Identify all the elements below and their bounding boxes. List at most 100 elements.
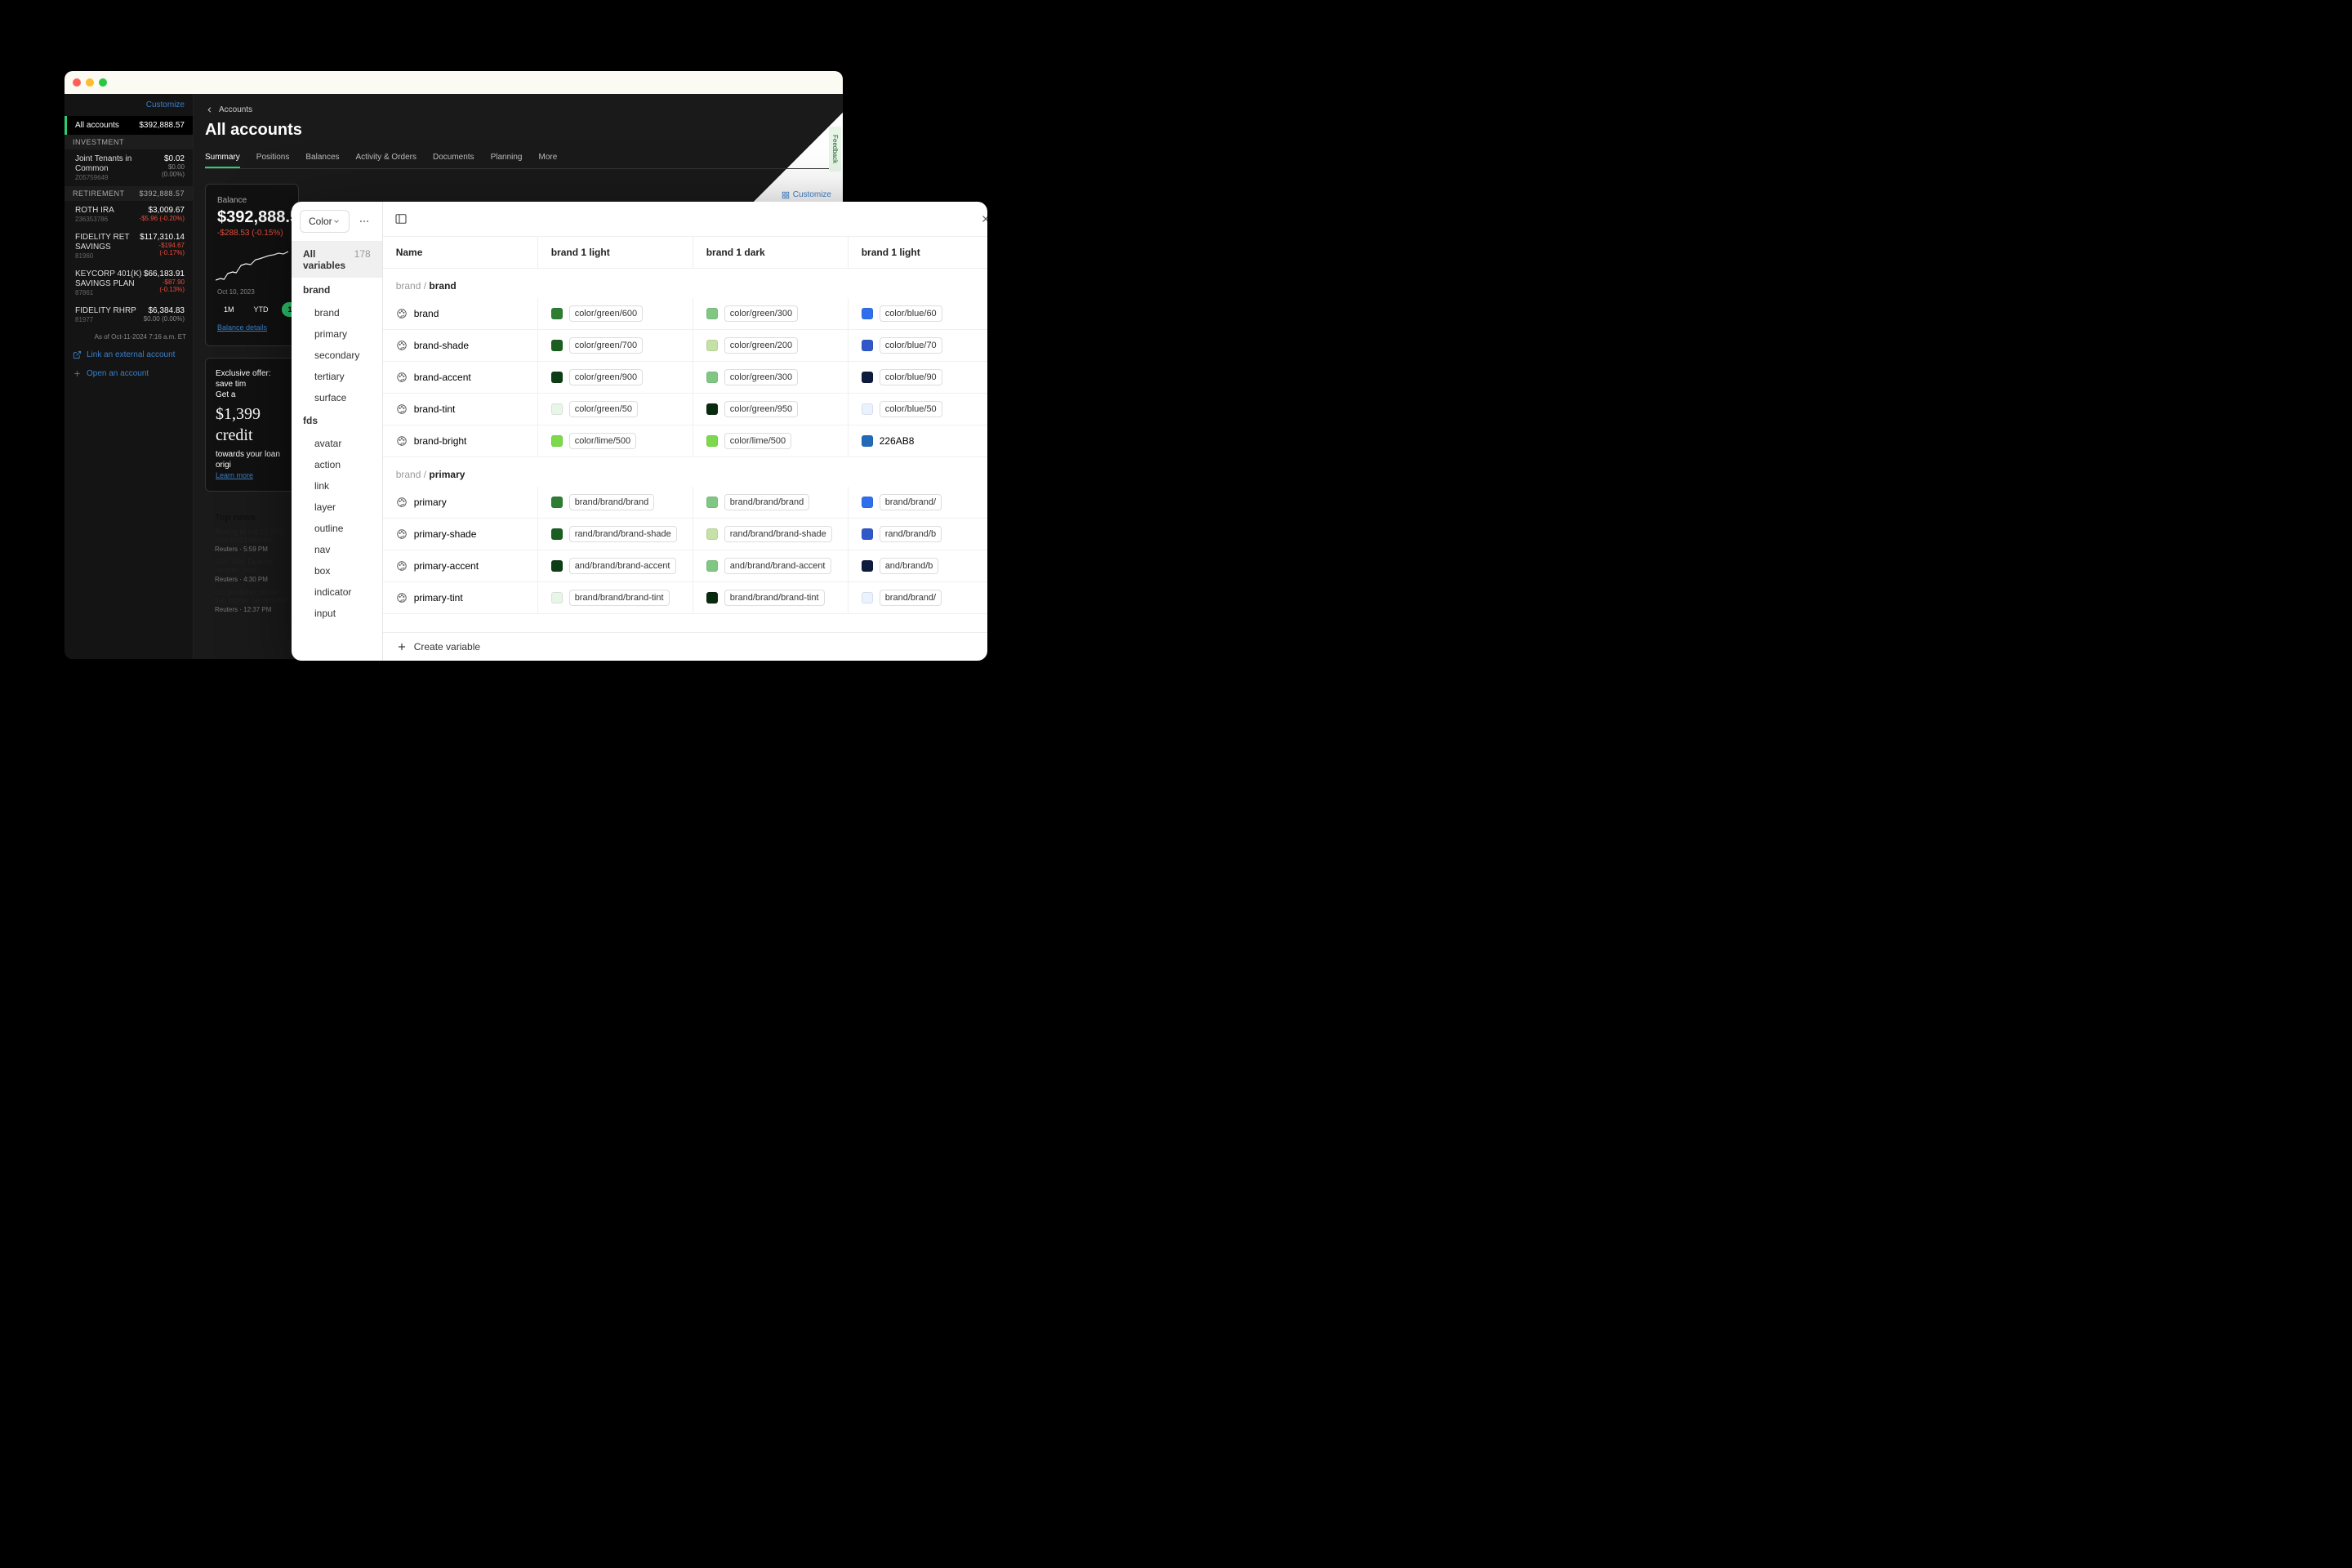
back-arrow-icon (205, 105, 214, 114)
group-item[interactable]: primary (292, 323, 382, 345)
variable-value-cell[interactable]: brand/brand/ (849, 582, 987, 613)
group-brand[interactable]: brand (292, 278, 382, 302)
tab-positions[interactable]: Positions (256, 148, 290, 168)
tab-more[interactable]: More (538, 148, 557, 168)
variable-row: brand color/green/600color/green/300colo… (383, 298, 987, 330)
variable-value-cell[interactable]: color/green/600 (538, 298, 693, 329)
variable-value-cell[interactable]: color/lime/500 (693, 425, 849, 457)
open-account[interactable]: Open an account (65, 364, 193, 383)
group-item[interactable]: indicator (292, 581, 382, 603)
tab-documents[interactable]: Documents (433, 148, 474, 168)
variable-value-cell[interactable]: color/blue/90 (849, 362, 987, 393)
variable-value-cell[interactable]: rand/brand/brand-shade (693, 519, 849, 550)
variable-value-cell[interactable]: rand/brand/brand-shade (538, 519, 693, 550)
balance-label: Balance (217, 196, 287, 205)
variable-name-cell[interactable]: brand-bright (383, 425, 538, 457)
variable-value-cell[interactable]: color/green/950 (693, 394, 849, 425)
chevron-down-icon (332, 217, 341, 225)
news-headline[interactable]: S&P 500, Dow hit records, boo (215, 558, 289, 574)
group-fds[interactable]: fds (292, 408, 382, 433)
palette-icon (396, 435, 408, 447)
group-all-variables[interactable]: All variables 178 (292, 242, 382, 278)
traffic-light-zoom[interactable] (99, 78, 107, 87)
group-item[interactable]: box (292, 560, 382, 581)
sidebar-toggle-button[interactable] (391, 209, 411, 229)
main-customize-link[interactable]: Customize (782, 190, 831, 199)
palette-icon (396, 340, 408, 351)
variable-value-cell[interactable]: color/green/300 (693, 298, 849, 329)
offer-learn-more[interactable]: Learn more (216, 471, 253, 479)
variable-value-cell[interactable]: color/blue/60 (849, 298, 987, 329)
tab-balances[interactable]: Balances (305, 148, 339, 168)
variable-value-cell[interactable]: rand/brand/b (849, 519, 987, 550)
variable-name-cell[interactable]: brand-tint (383, 394, 538, 425)
palette-icon (396, 308, 408, 319)
group-item[interactable]: secondary (292, 345, 382, 366)
variable-value-cell[interactable]: color/green/700 (538, 330, 693, 361)
variable-name-cell[interactable]: primary (383, 487, 538, 518)
balance-amount: $392,888.57 (217, 208, 287, 227)
variable-value-cell[interactable]: color/blue/70 (849, 330, 987, 361)
tab-activity[interactable]: Activity & Orders (356, 148, 416, 168)
group-item[interactable]: link (292, 475, 382, 497)
group-item[interactable]: tertiary (292, 366, 382, 387)
variable-value-cell[interactable]: 226AB8 (849, 425, 987, 457)
variable-value-cell[interactable]: color/lime/500 (538, 425, 693, 457)
traffic-light-minimize[interactable] (86, 78, 94, 87)
col-mode[interactable]: brand 1 dark (693, 237, 849, 268)
variable-name-cell[interactable]: brand-shade (383, 330, 538, 361)
link-external-account[interactable]: Link an external account (65, 345, 193, 364)
group-item[interactable]: brand (292, 302, 382, 323)
variable-value-cell[interactable]: color/green/900 (538, 362, 693, 393)
variable-name-cell[interactable]: brand (383, 298, 538, 329)
sidebar-account[interactable]: FIDELITY RET SAVINGS81960$117,310.14-$19… (65, 228, 193, 265)
sidebar-account[interactable]: ROTH IRA236353786$3,009.67-$5.96 (-0.20%… (65, 201, 193, 228)
variable-value-cell[interactable]: and/brand/brand-accent (693, 550, 849, 581)
close-button[interactable] (976, 209, 987, 229)
col-mode[interactable]: brand 1 light (849, 237, 987, 268)
tab-planning[interactable]: Planning (491, 148, 523, 168)
variable-value-cell[interactable]: color/green/50 (538, 394, 693, 425)
breadcrumb[interactable]: Accounts (205, 94, 831, 121)
tab-summary[interactable]: Summary (205, 148, 240, 168)
balance-details-link[interactable]: Balance details (217, 323, 267, 332)
variable-row: brand-tint color/green/50color/green/950… (383, 394, 987, 425)
group-item[interactable]: nav (292, 539, 382, 560)
news-headline[interactable]: US producer prices flat; higher Septembe… (215, 588, 289, 604)
variable-name-cell[interactable]: brand-accent (383, 362, 538, 393)
variable-value-cell[interactable]: color/green/300 (693, 362, 849, 393)
group-item[interactable]: input (292, 603, 382, 624)
group-item[interactable]: avatar (292, 433, 382, 454)
variable-name-cell[interactable]: primary-tint (383, 582, 538, 613)
group-item[interactable]: layer (292, 497, 382, 518)
collection-select[interactable]: Color (300, 210, 350, 233)
variable-value-cell[interactable]: brand/brand/ (849, 487, 987, 518)
group-item[interactable]: surface (292, 387, 382, 408)
range-1m[interactable]: 1M (217, 302, 241, 317)
variable-value-cell[interactable]: color/green/200 (693, 330, 849, 361)
variable-value-cell[interactable]: color/blue/50 (849, 394, 987, 425)
sidebar-account[interactable]: Joint Tenants in CommonZ05759649 $0.02$0… (65, 149, 193, 186)
variable-group-crumb: brand / primary (383, 457, 987, 487)
news-headline[interactable]: Boeing to cut 17,000 jobs and finances (215, 528, 289, 544)
sidebar-customize-link[interactable]: Customize (65, 94, 193, 116)
variable-value-cell[interactable]: and/brand/brand-accent (538, 550, 693, 581)
variable-name-cell[interactable]: primary-shade (383, 519, 538, 550)
variable-value-cell[interactable]: brand/brand/brand-tint (693, 582, 849, 613)
more-options-button[interactable] (354, 212, 374, 231)
sidebar-account[interactable]: FIDELITY RHRP81977$6,384.83$0.00 (0.00%) (65, 301, 193, 328)
variable-value-cell[interactable]: brand/brand/brand (693, 487, 849, 518)
feedback-tab[interactable]: Feedback (829, 127, 841, 172)
variable-value-cell[interactable]: brand/brand/brand-tint (538, 582, 693, 613)
sidebar-item-all-accounts[interactable]: All accounts $392,888.57 (65, 116, 193, 135)
group-item[interactable]: outline (292, 518, 382, 539)
variable-value-cell[interactable]: and/brand/b (849, 550, 987, 581)
col-mode[interactable]: brand 1 light (538, 237, 693, 268)
traffic-light-close[interactable] (73, 78, 81, 87)
group-item[interactable]: action (292, 454, 382, 475)
variable-name-cell[interactable]: primary-accent (383, 550, 538, 581)
variable-value-cell[interactable]: brand/brand/brand (538, 487, 693, 518)
create-variable-button[interactable]: Create variable (383, 632, 987, 661)
sidebar-account[interactable]: KEYCORP 401(K) SAVINGS PLAN87861$66,183.… (65, 265, 193, 301)
range-ytd[interactable]: YTD (247, 302, 275, 317)
